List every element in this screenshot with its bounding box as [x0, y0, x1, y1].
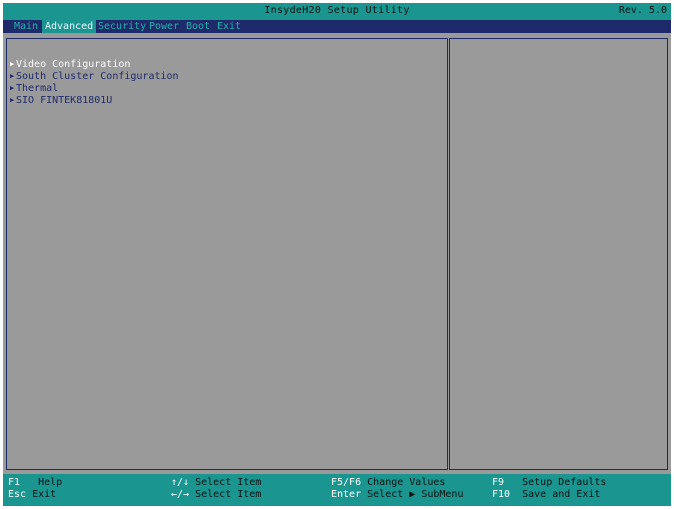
menu-entry-label: SIO FINTEK81801U [16, 95, 113, 106]
menu-tab-main[interactable]: Main [11, 20, 41, 33]
footer-key-select-item-vertical: ↑/↓ Select Item [171, 477, 261, 489]
footer-desc: Setup Defaults [522, 477, 607, 488]
menu-tab-power[interactable]: Power [146, 20, 182, 33]
footer-key: F5/F6 [331, 477, 362, 488]
footer-desc: Help [38, 477, 63, 488]
menu-tab-security[interactable]: Security [95, 20, 149, 33]
menu-entry-thermal[interactable]: ▶ Thermal [10, 83, 58, 94]
footer-key: F1 [8, 477, 21, 488]
menu-bar: Main Advanced Security Power Boot Exit [3, 20, 671, 33]
key-help-bar: F1 Help Esc Exit ↑/↓ Select Item ←/→ Sel… [3, 474, 671, 506]
footer-key: Esc [8, 489, 27, 500]
menu-entry-video-configuration[interactable]: ▶ Video Configuration [10, 59, 130, 70]
footer-key: ←/→ [171, 489, 190, 500]
menu-entry-label: South Cluster Configuration [16, 71, 179, 82]
footer-key-change-values: F5/F6 Change Values [331, 477, 445, 489]
footer-desc: Select Item [195, 477, 262, 488]
footer-desc: Select ▶ SubMenu [367, 489, 464, 500]
footer-desc: Save and Exit [522, 489, 601, 500]
menu-entry-south-cluster-configuration[interactable]: ▶ South Cluster Configuration [10, 71, 179, 82]
menu-entry-sio-fintek[interactable]: ▶ SIO FINTEK81801U [10, 95, 112, 106]
footer-key: ↑/↓ [171, 477, 190, 488]
footer-key-exit: Esc Exit [8, 489, 56, 501]
footer-key: F9 [492, 477, 505, 488]
footer-key-select-item-horizontal: ←/→ Select Item [171, 489, 261, 501]
footer-desc: Select Item [195, 489, 262, 500]
title-bar: InsydeH20 Setup Utility Rev. 5.0 [3, 3, 671, 20]
revision-label: Rev. 5.0 [618, 5, 667, 16]
options-pane: ▶ Video Configuration ▶ South Cluster Conf… [6, 38, 448, 470]
menu-tab-boot[interactable]: Boot [183, 20, 213, 33]
footer-key: Enter [331, 489, 362, 500]
footer-key-save-exit: F10 Save and Exit [492, 489, 600, 501]
help-pane [449, 38, 668, 470]
footer-key: F10 [492, 489, 511, 500]
window-title: InsydeH20 Setup Utility [264, 5, 410, 16]
menu-entry-label: Thermal [16, 83, 59, 94]
footer-key-setup-defaults: F9 Setup Defaults [492, 477, 606, 489]
footer-desc: Change Values [367, 477, 446, 488]
footer-key-select-submenu: Enter Select ▶ SubMenu [331, 489, 463, 501]
footer-key-help: F1 Help [8, 477, 62, 489]
menu-tab-exit[interactable]: Exit [214, 20, 244, 33]
footer-desc: Exit [32, 489, 57, 500]
menu-tab-advanced[interactable]: Advanced [42, 20, 97, 33]
menu-entry-label: Video Configuration [16, 59, 131, 70]
